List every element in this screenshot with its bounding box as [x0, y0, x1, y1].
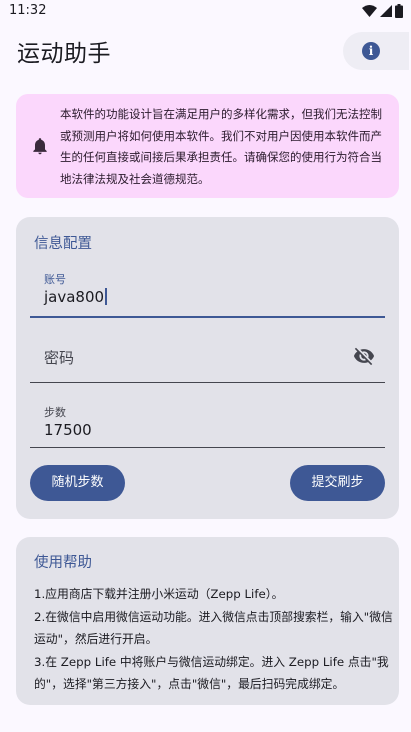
account-label: 账号: [44, 273, 66, 286]
help-card: 使用帮助 1.应用商店下载并注册小米运动（Zepp Life）。 2.在微信中启…: [16, 537, 399, 705]
text-caret: [105, 288, 107, 305]
password-placeholder: 密码: [44, 349, 75, 367]
steps-value: 17500: [44, 421, 92, 439]
submit-steps-button[interactable]: 提交刷步: [290, 465, 385, 501]
bell-icon: [33, 138, 47, 155]
config-title: 信息配置: [34, 236, 92, 252]
page-title: 运动助手: [17, 41, 111, 67]
account-value: java800: [44, 288, 105, 306]
steps-field[interactable]: 步数 17500: [30, 404, 385, 448]
password-field[interactable]: 密码: [30, 331, 385, 383]
random-steps-button[interactable]: 随机步数: [30, 465, 125, 501]
account-value-wrap: java800: [44, 288, 107, 306]
disclaimer-card: 本软件的功能设计旨在满足用户的多样化需求，但我们无法控制或预测用户将如何使用本软…: [16, 94, 399, 198]
account-field[interactable]: 账号 java800: [30, 271, 385, 318]
visibility-off-icon[interactable]: [353, 345, 375, 367]
help-item: 2.在微信中启用微信运动功能。进入微信点击顶部搜索栏，输入"微信运动"，然后进行…: [34, 609, 393, 647]
signal-icon: [380, 5, 392, 17]
battery-icon: [395, 4, 403, 18]
status-bar: 11:32: [0, 0, 411, 22]
help-list: 1.应用商店下载并注册小米运动（Zepp Life）。 2.在微信中启用微信运动…: [34, 583, 394, 696]
steps-label: 步数: [44, 406, 66, 419]
config-card: 信息配置 账号 java800 密码 步数 17500 随机步数 提交刷步: [16, 217, 399, 519]
help-item: 1.应用商店下载并注册小米运动（Zepp Life）。: [34, 587, 284, 601]
status-time: 11:32: [9, 3, 47, 18]
help-title: 使用帮助: [34, 555, 92, 571]
disclaimer-text: 本软件的功能设计旨在满足用户的多样化需求，但我们无法控制或预测用户将如何使用本软…: [60, 107, 382, 186]
info-icon: i: [362, 42, 380, 60]
wifi-icon: [362, 5, 377, 17]
info-button[interactable]: i: [343, 32, 409, 70]
help-item: 3.在 Zepp Life 中将账户与微信运动绑定。进入 Zepp Life 点…: [34, 654, 389, 692]
status-icons: [362, 4, 403, 18]
